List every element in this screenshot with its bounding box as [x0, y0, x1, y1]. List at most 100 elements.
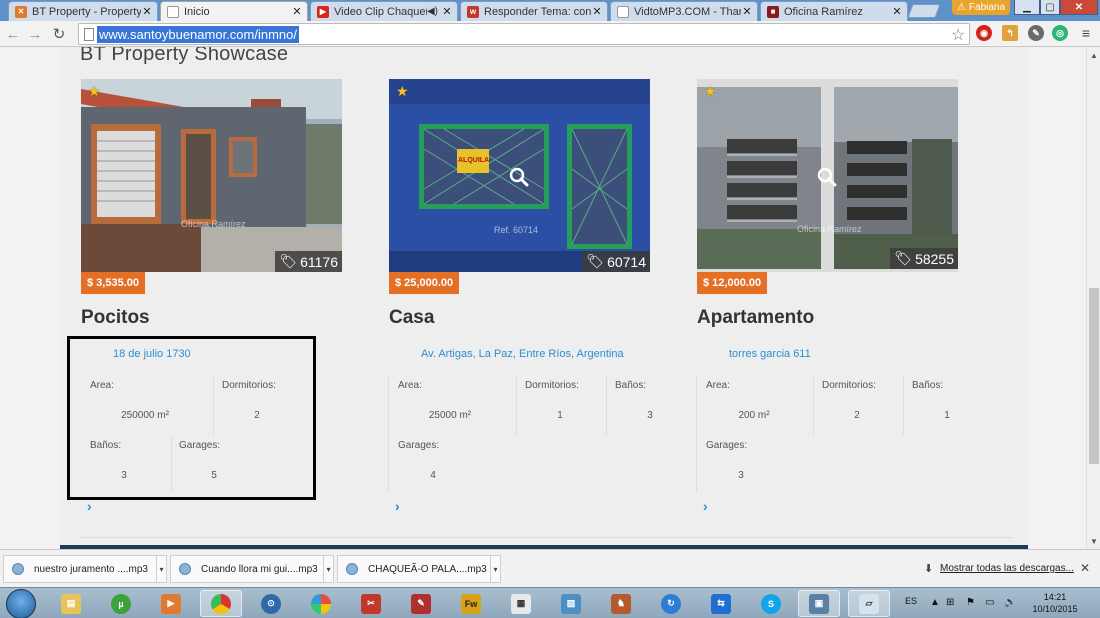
close-icon[interactable]: ✕	[1080, 561, 1090, 575]
minimize-button[interactable]: ▁	[1014, 0, 1040, 15]
maximize-button[interactable]: ▢	[1040, 0, 1060, 15]
tab-inicio[interactable]: Inicio ✕	[160, 1, 308, 21]
download-menu-chevron-icon[interactable]: ▾	[323, 556, 333, 582]
tab-responder-tema[interactable]: w Responder Tema: consul ✕	[460, 1, 608, 21]
taskbar-apps[interactable]: ▦	[500, 590, 542, 617]
tab-strip: ✕ BT Property - Property M ✕ Inicio ✕ ▶ …	[0, 0, 1100, 21]
taskbar-obs[interactable]: ⊙	[250, 590, 292, 617]
taskbar-sync[interactable]: ↻	[650, 590, 692, 617]
pen-icon: ✎	[411, 593, 431, 614]
scroll-down-icon[interactable]: ▼	[1090, 537, 1098, 546]
forum-favicon-icon: w	[467, 5, 479, 18]
close-window-button[interactable]: ✕	[1060, 0, 1098, 15]
tab-oficina-ramirez[interactable]: ■ Oficina Ramírez ✕	[760, 1, 908, 21]
taskbar-chrome[interactable]	[200, 590, 242, 617]
property-title[interactable]: Casa	[389, 307, 434, 329]
adblock-icon[interactable]: ◉	[976, 25, 992, 41]
action-center-flag-icon[interactable]: ⚑	[966, 597, 975, 608]
property-title[interactable]: Pocitos	[81, 307, 150, 329]
spec-divider	[696, 375, 697, 493]
extension-green-icon[interactable]: ◎	[1052, 25, 1068, 41]
network-tray-icon[interactable]: ▭	[985, 597, 994, 608]
page-scrollbar[interactable]: ▲ ▼	[1086, 47, 1100, 549]
profile-button[interactable]: ⚠ Fabiana	[952, 0, 1010, 15]
system-clock[interactable]: 14:21 10/10/2015	[1030, 591, 1080, 615]
volume-icon[interactable]: 🔈	[1004, 597, 1016, 608]
tab-bt-property[interactable]: ✕ BT Property - Property M ✕	[8, 1, 158, 21]
new-tab-button[interactable]	[907, 4, 941, 18]
bookmark-star-icon[interactable]: ☆	[951, 25, 965, 45]
taskbar-network[interactable]: ▣	[798, 590, 840, 617]
taskbar-media-player[interactable]: ▶	[150, 590, 192, 617]
taskbar-utorrent[interactable]: µ	[100, 590, 142, 617]
property-image-apartamento[interactable]: ★ Oficina Ramírez 🏷 58255	[697, 79, 958, 272]
page-favicon-icon	[617, 5, 629, 18]
taskbar-skype[interactable]: S	[750, 590, 792, 617]
download-item[interactable]: CHAQUEÃ-O PALA....mp3 ▾	[337, 555, 501, 583]
zoom-icon[interactable]	[817, 167, 837, 187]
taskbar-game[interactable]: ♞	[600, 590, 642, 617]
download-menu-chevron-icon[interactable]: ▾	[156, 556, 166, 582]
more-chevron-icon[interactable]: ›	[395, 498, 400, 514]
banos-label: Baños:	[912, 380, 944, 391]
zoom-icon[interactable]	[509, 167, 529, 187]
taskbar-teamviewer[interactable]: ⇆	[700, 590, 742, 617]
property-title[interactable]: Apartamento	[697, 307, 814, 329]
download-menu-chevron-icon[interactable]: ▾	[490, 556, 500, 582]
more-chevron-icon[interactable]: ›	[703, 498, 708, 514]
extension-icon[interactable]: ↰	[1002, 25, 1018, 41]
grid-icon: ▦	[511, 593, 531, 614]
property-address[interactable]: torres garcia 611	[729, 348, 811, 360]
more-chevron-icon[interactable]: ›	[87, 498, 92, 514]
property-address[interactable]: Av. Artigas, La Paz, Entre Ríos, Argenti…	[421, 348, 624, 360]
download-item[interactable]: nuestro juramento ....mp3 ▾	[3, 555, 167, 583]
tab-title: Inicio	[184, 5, 210, 18]
tab-close-icon[interactable]: ✕	[141, 5, 153, 18]
scissors-icon: ✂	[361, 593, 381, 614]
taskbar-notes[interactable]: ▱	[848, 590, 890, 617]
scroll-thumb[interactable]	[1089, 288, 1099, 464]
area-value: 200 m²	[738, 410, 770, 421]
taskbar-picasa[interactable]	[300, 590, 342, 617]
start-button[interactable]	[6, 589, 36, 618]
url-text[interactable]: www.santoybuenamor.com/inmno/	[97, 26, 299, 43]
property-image-pocitos[interactable]: ★ Oficina Ramírez 🏷 61176	[81, 79, 342, 272]
tab-vidtomp3[interactable]: VidtoMP3.COM - Thanks ✕	[610, 1, 758, 21]
tab-close-icon[interactable]: ✕	[441, 5, 453, 18]
tab-title: VidtoMP3.COM - Thanks	[634, 5, 741, 18]
forward-button[interactable]: →	[26, 25, 44, 43]
tab-close-icon[interactable]: ✕	[741, 5, 753, 18]
back-button[interactable]: ←	[4, 25, 22, 43]
area-value: 25000 m²	[428, 410, 472, 421]
teamviewer-icon: ⇆	[711, 593, 731, 614]
taskbar-tool[interactable]: ✂	[350, 590, 392, 617]
eyedropper-icon[interactable]: ✎	[1028, 25, 1044, 41]
scroll-up-icon[interactable]: ▲	[1090, 51, 1098, 60]
featured-star-icon: ★	[88, 83, 101, 99]
download-arrow-icon: ⬇	[924, 563, 934, 575]
taskbar-photos[interactable]: ▨	[550, 590, 592, 617]
game-icon: ♞	[611, 593, 631, 614]
for-rent-sign: ALQUILA	[458, 157, 490, 164]
tab-video-clip[interactable]: ▶ Video Clip Chaqueño ◀) ✕	[310, 1, 458, 21]
audio-playing-icon[interactable]: ◀)	[427, 6, 438, 17]
ref-number: 60714	[607, 253, 646, 270]
youtube-icon: ▶	[317, 5, 329, 18]
tray-expand-icon[interactable]: ▲	[930, 597, 940, 608]
windows-flag-icon[interactable]: ⊞	[946, 597, 954, 608]
tab-close-icon[interactable]: ✕	[891, 5, 903, 18]
reload-button[interactable]: ↻	[50, 25, 68, 43]
download-item[interactable]: Cuando llora mi gui....mp3 ▾	[170, 555, 334, 583]
taskbar-explorer[interactable]: ▤	[50, 590, 92, 617]
language-indicator[interactable]: ES	[905, 596, 917, 606]
taskbar-fireworks[interactable]: Fw	[450, 590, 492, 617]
annotation-highlight-box	[67, 336, 316, 500]
property-image-casa[interactable]: ★ ALQUILA Ref. 60714 🏷 60714	[389, 79, 650, 272]
address-bar[interactable]: www.santoybuenamor.com/inmno/ ☆	[78, 23, 970, 45]
tab-close-icon[interactable]: ✕	[591, 5, 603, 18]
image-watermark: Ref. 60714	[494, 225, 539, 235]
tab-close-icon[interactable]: ✕	[291, 5, 303, 18]
menu-icon[interactable]: ≡	[1078, 25, 1094, 41]
taskbar-pen[interactable]: ✎	[400, 590, 442, 617]
show-all-downloads-link[interactable]: Mostrar todas las descargas...	[940, 563, 1074, 574]
